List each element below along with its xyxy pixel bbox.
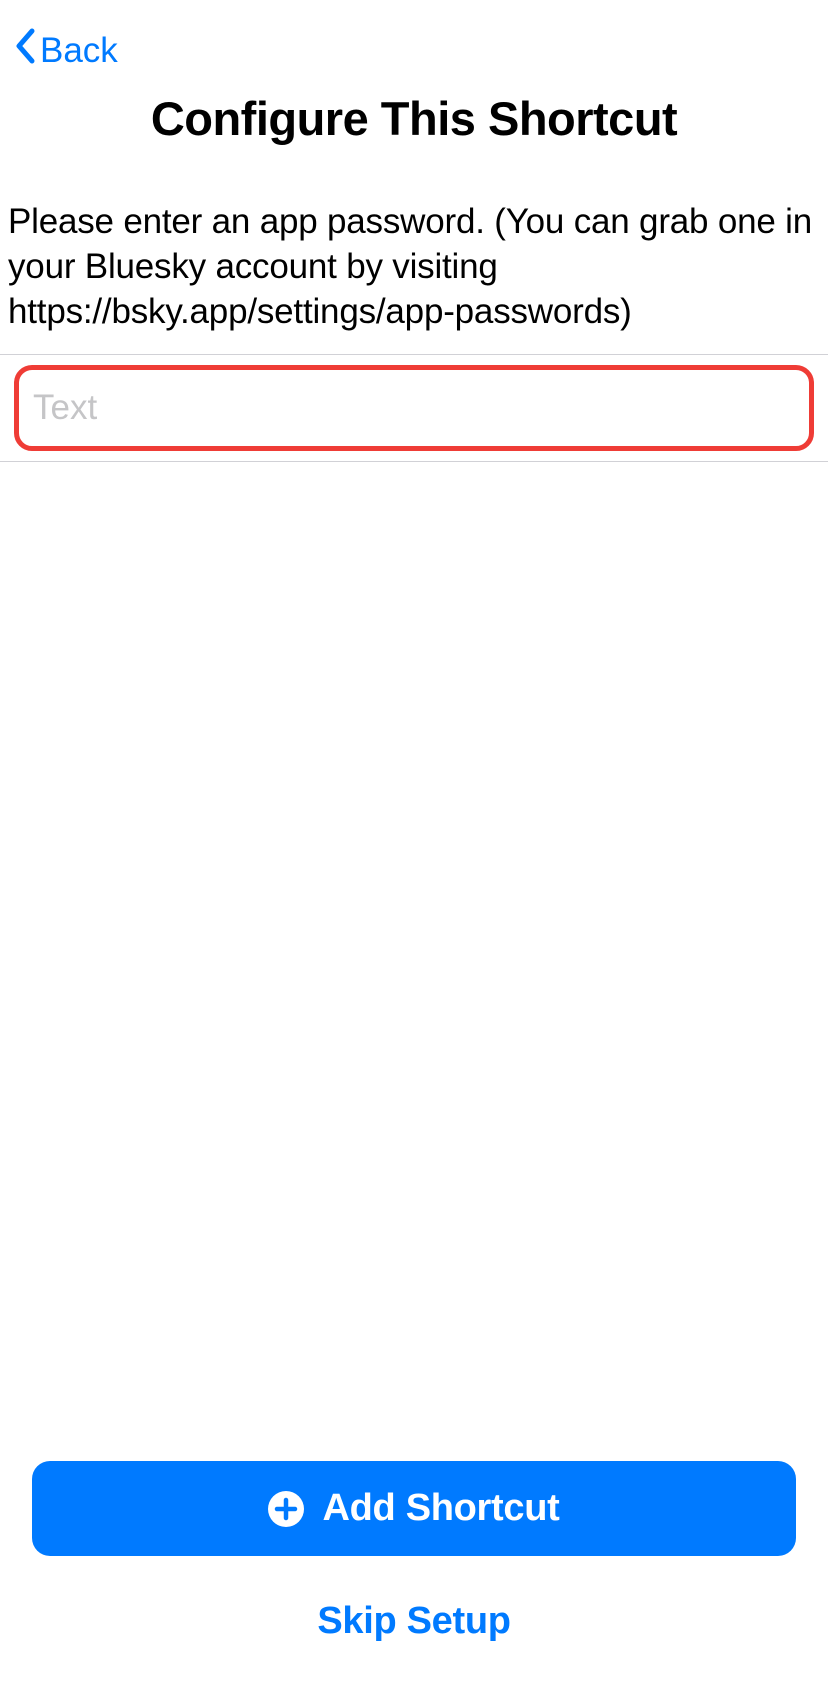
add-shortcut-label: Add Shortcut xyxy=(322,1487,559,1530)
input-section xyxy=(0,354,828,462)
plus-circle-icon xyxy=(268,1491,304,1527)
spacer xyxy=(0,462,828,1461)
page-title: Configure This Shortcut xyxy=(30,91,798,146)
navigation-bar: Back xyxy=(0,0,828,83)
add-shortcut-button[interactable]: Add Shortcut xyxy=(32,1461,796,1556)
back-button[interactable]: Back xyxy=(14,28,118,73)
chevron-left-icon xyxy=(14,28,36,73)
skip-setup-button[interactable]: Skip Setup xyxy=(32,1600,796,1643)
input-highlight xyxy=(14,365,814,451)
app-password-input[interactable] xyxy=(33,388,795,428)
footer: Add Shortcut Skip Setup xyxy=(0,1461,828,1693)
instruction-text: Please enter an app password. (You can g… xyxy=(0,176,828,354)
back-label: Back xyxy=(40,31,118,71)
title-area: Configure This Shortcut xyxy=(0,83,828,176)
